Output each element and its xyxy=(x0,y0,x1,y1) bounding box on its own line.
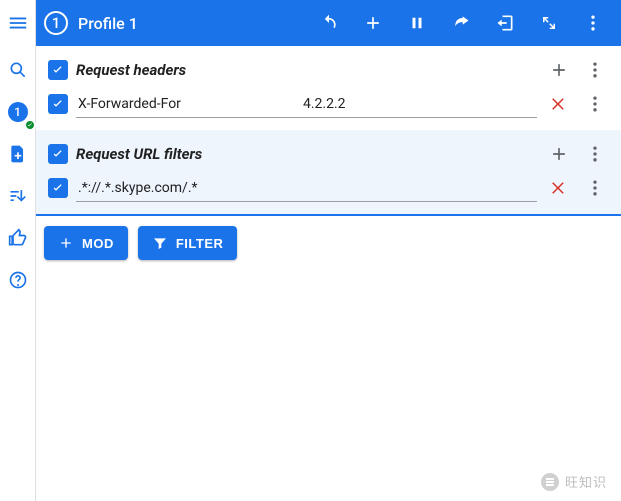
section-request-headers: Request headers X-Forwarded-For 4.2.2.2 xyxy=(36,46,621,130)
search-icon xyxy=(8,60,28,80)
filter-icon xyxy=(152,235,168,251)
profile-number: 1 xyxy=(44,11,68,35)
watermark-icon xyxy=(541,473,559,491)
file-add-icon xyxy=(8,144,28,164)
mod-button-label: MOD xyxy=(82,236,114,251)
section-add-button[interactable] xyxy=(545,56,573,84)
watermark: 旺知识 xyxy=(541,472,607,491)
menu-button[interactable] xyxy=(0,5,35,41)
watermark-text: 旺知识 xyxy=(565,472,607,491)
check-icon xyxy=(24,119,36,131)
header-row: X-Forwarded-For 4.2.2.2 xyxy=(44,86,613,122)
header: 1 Profile 1 xyxy=(36,0,621,46)
row-checkbox[interactable] xyxy=(48,178,68,198)
fullscreen-button[interactable] xyxy=(527,0,571,46)
section-title: Request headers xyxy=(76,61,537,79)
row-menu-button[interactable] xyxy=(581,174,609,202)
profile-badge-number: 1 xyxy=(8,102,28,122)
share-icon xyxy=(451,13,471,33)
section-menu-button[interactable] xyxy=(581,140,609,168)
filter-row: .*://.*.skype.com/.* xyxy=(44,170,613,206)
section-checkbox[interactable] xyxy=(48,60,68,80)
profile-badge-button[interactable]: 1 xyxy=(0,94,36,130)
section-header: Request headers xyxy=(44,54,613,86)
hamburger-icon xyxy=(7,12,29,34)
filter-button-label: FILTER xyxy=(176,236,224,251)
more-button[interactable] xyxy=(571,0,615,46)
import-button[interactable] xyxy=(483,0,527,46)
section-menu-button[interactable] xyxy=(581,56,609,84)
row-delete-button[interactable] xyxy=(545,174,573,202)
row-menu-button[interactable] xyxy=(581,90,609,118)
content: Request headers X-Forwarded-For 4.2.2.2 xyxy=(36,46,621,501)
row-delete-button[interactable] xyxy=(545,90,573,118)
import-icon xyxy=(495,13,515,33)
mod-button[interactable]: MOD xyxy=(44,226,128,260)
row-fields[interactable]: .*://.*.skype.com/.* xyxy=(76,174,537,202)
section-title: Request URL filters xyxy=(76,145,537,163)
like-button[interactable] xyxy=(0,220,36,256)
page-title: Profile 1 xyxy=(78,14,138,33)
header-actions xyxy=(307,0,615,46)
sidebar-top xyxy=(0,0,35,46)
undo-icon xyxy=(319,13,339,33)
search-button[interactable] xyxy=(0,52,36,88)
action-buttons: MOD FILTER xyxy=(36,216,621,270)
sort-button[interactable] xyxy=(0,178,36,214)
pause-button[interactable] xyxy=(395,0,439,46)
close-icon xyxy=(550,179,568,197)
header-value[interactable]: 4.2.2.2 xyxy=(301,96,537,112)
more-vert-icon xyxy=(585,144,605,164)
sidebar: 1 xyxy=(0,0,36,501)
section-header: Request URL filters xyxy=(44,138,613,170)
sort-icon xyxy=(8,186,28,206)
filter-pattern[interactable]: .*://.*.skype.com/.* xyxy=(76,180,537,196)
add-file-button[interactable] xyxy=(0,136,36,172)
plus-icon xyxy=(363,13,383,33)
filter-button[interactable]: FILTER xyxy=(138,226,238,260)
thumbs-up-icon xyxy=(8,228,28,248)
add-button[interactable] xyxy=(351,0,395,46)
more-vert-icon xyxy=(585,94,605,114)
check-icon xyxy=(50,146,66,162)
section-url-filters: Request URL filters .*://.*.skype.com/.* xyxy=(36,130,621,216)
section-checkbox[interactable] xyxy=(48,144,68,164)
header-key[interactable]: X-Forwarded-For xyxy=(76,96,301,112)
plus-icon xyxy=(549,60,569,80)
more-vert-icon xyxy=(585,178,605,198)
plus-icon xyxy=(549,144,569,164)
profile-chip[interactable]: 1 Profile 1 xyxy=(44,11,138,35)
expand-icon xyxy=(540,14,558,32)
close-icon xyxy=(550,95,568,113)
row-fields[interactable]: X-Forwarded-For 4.2.2.2 xyxy=(76,90,537,118)
help-icon xyxy=(8,270,28,290)
main: 1 Profile 1 xyxy=(36,0,621,501)
more-vert-icon xyxy=(585,60,605,80)
pause-icon xyxy=(408,14,426,32)
share-button[interactable] xyxy=(439,0,483,46)
section-add-button[interactable] xyxy=(545,140,573,168)
row-checkbox[interactable] xyxy=(48,94,68,114)
more-vert-icon xyxy=(583,13,603,33)
check-icon xyxy=(50,96,66,112)
help-button[interactable] xyxy=(0,262,36,298)
check-icon xyxy=(50,62,66,78)
undo-button[interactable] xyxy=(307,0,351,46)
plus-icon xyxy=(58,235,74,251)
check-icon xyxy=(50,180,66,196)
